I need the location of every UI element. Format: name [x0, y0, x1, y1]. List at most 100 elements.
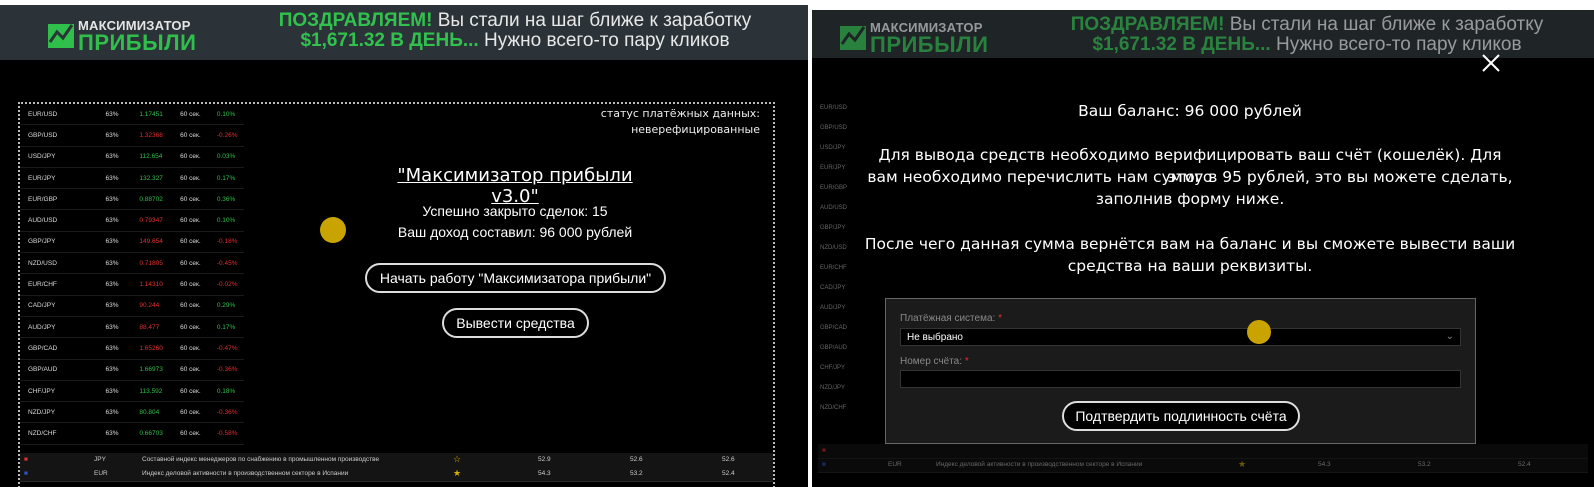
ticker-pair-dimmed: CHF/JPY: [820, 365, 846, 371]
ticker-row[interactable]: EUR/USD 63% 1.17451 60 сек. 0.10%: [20, 104, 244, 126]
headline-text2: Нужно всего-то пару кликов: [478, 30, 730, 51]
ticker-value: 132.327: [139, 174, 163, 182]
ticker-row[interactable]: NZD/CHF 63% 0.66703 60 сек. -0.58%: [20, 423, 244, 445]
ticker-pair-dimmed: NZD/JPY: [820, 385, 846, 391]
ticker-duration: 60 сек.: [180, 302, 201, 310]
ticker-pair: NZD/CHF: [28, 430, 57, 438]
ticker-pair-dimmed: EUR/CHF: [820, 265, 847, 271]
ticker-change: -0.47%: [216, 344, 238, 352]
news-row-dimmed: ■: [818, 444, 1588, 459]
withdraw-button[interactable]: Вывести средства: [442, 308, 589, 338]
deals-closed: Успешно закрыто сделок: 15: [422, 203, 608, 219]
ticker-row[interactable]: GBP/AUD 63% 1.66973 60 сек. -0.36%: [20, 360, 244, 381]
ticker-duration: 60 сек.: [180, 131, 201, 139]
ticker-row[interactable]: GBP/CAD 63% 1.65260 60 сек. -0.47%: [20, 338, 244, 360]
ticker-change: 0.29%: [216, 302, 236, 310]
ticker-change: -0.02%: [216, 281, 238, 289]
cursor-highlight: [1247, 320, 1271, 344]
ticker-row[interactable]: NZD/USD 63% 0.71805 60 сек. -0.45%: [20, 253, 244, 275]
ticker-pair-dimmed: NZD/CHF: [820, 405, 847, 411]
ticker-row[interactable]: NZD/JPY 63% 80.804 60 сек. -0.36%: [20, 402, 244, 424]
ticker-percent: 63%: [105, 366, 119, 374]
ticker-value: 112.654: [139, 153, 163, 161]
close-icon[interactable]: [1480, 52, 1502, 74]
news-row: ■ JPY Составной индекс менеджеров по сна…: [20, 453, 773, 468]
ticker-pair-dimmed: GBP/CAD: [820, 325, 848, 331]
income-total: Ваш доход составил: 96 000 рублей: [397, 224, 633, 240]
ticker-percent: 63%: [105, 259, 119, 267]
ticker-row[interactable]: GBP/JPY 63% 149.654 60 сек. -0.18%: [20, 232, 244, 254]
ticker-duration: 60 сек.: [180, 323, 201, 331]
account-number-input[interactable]: [900, 370, 1461, 388]
payment-system-select[interactable]: Не выбрано ⌄: [900, 328, 1461, 346]
ticker-row[interactable]: GBP/USD 63% 1.32368 60 сек. -0.26%: [20, 125, 244, 147]
start-button[interactable]: Начать работу "Максимизатора прибыли": [365, 263, 666, 293]
ticker-pair-dimmed: GBP/USD: [820, 125, 848, 131]
ticker-percent: 63%: [105, 153, 119, 161]
required-mark: *: [998, 313, 1002, 324]
ticker-row[interactable]: EUR/JPY 63% 132.327 60 сек. 0.17%: [20, 168, 244, 190]
payment-system-label: Платёжная система: *: [900, 313, 1002, 324]
ticker-row[interactable]: EUR/GBP 63% 0.88702 60 сек. 0.36%: [20, 189, 244, 211]
modal-paragraph2-line1: После чего данная сумма вернётся вам на …: [864, 235, 1516, 253]
flag-eu-icon: ■: [24, 470, 28, 477]
ticker-percent: 63%: [105, 344, 119, 352]
ticker-change: -0.36%: [216, 366, 238, 374]
ticker-pair: GBP/CAD: [28, 344, 58, 352]
logo-line2: ПРИБЫЛИ: [870, 32, 989, 57]
ticker-row[interactable]: AUD/USD 63% 0.79347 60 сек. 0.10%: [20, 210, 244, 232]
star-icon[interactable]: ★: [453, 468, 461, 479]
star-icon[interactable]: ☆: [453, 454, 461, 465]
ticker-duration: 60 сек.: [180, 217, 201, 225]
ticker-value: 1.32368: [139, 131, 163, 139]
ticker-percent: 63%: [105, 430, 119, 438]
news-previous: 52.4: [1518, 461, 1531, 468]
ticker-row[interactable]: EUR/CHF 63% 1.14310 60 сек. -0.02%: [20, 274, 244, 296]
ticker-pair: AUD/USD: [28, 217, 58, 225]
ticker-change: 0.10%: [216, 110, 236, 118]
cursor-highlight: [320, 217, 346, 243]
ticker-row[interactable]: USD/JPY 63% 112.654 60 сек. 0.03%: [20, 147, 244, 168]
product-title: "Максимизатор прибыли v3.0": [397, 165, 633, 207]
ticker-duration: 60 сек.: [180, 408, 201, 416]
ticker-pair: EUR/CHF: [28, 281, 57, 289]
currency-ticker-dimmed: EUR/USD GBP/USD USD/JPY EUR/JPY EUR/GBP AUD/U…: [820, 105, 860, 425]
ticker-change: 0.18%: [216, 387, 236, 395]
news-title: Составной индекс менеджеров по снабжению…: [142, 456, 380, 463]
news-title: Индекс деловой активности в производстве…: [142, 470, 349, 477]
news-row-dimmed: ■ EUR Индекс деловой активности в произв…: [818, 458, 1588, 473]
chart-logo-icon: [48, 24, 74, 48]
ticker-percent: 63%: [105, 110, 119, 118]
ticker-duration: 60 сек.: [180, 281, 201, 289]
ticker-row[interactable]: CHF/JPY 63% 113.592 60 сек. 0.18%: [20, 381, 244, 403]
star-icon[interactable]: ★: [1238, 459, 1246, 470]
ticker-percent: 63%: [105, 387, 119, 395]
ticker-pair-dimmed: EUR/JPY: [820, 165, 846, 171]
news-row: ■ EUR Индекс деловой активности в произв…: [20, 467, 773, 482]
ticker-value: 80.804: [139, 408, 160, 416]
ticker-row[interactable]: CAD/JPY 63% 90.244 60 сек. 0.29%: [20, 296, 244, 317]
news-actual: 54.3: [1318, 461, 1331, 468]
top-banner-dimmed: МАКСИМИЗАТОР ПРИБЫЛИ ПОЗДРАВЛЯЕМ! Вы ста…: [812, 10, 1594, 58]
headline-text1: Вы стали на шаг ближе к заработку: [432, 10, 752, 31]
ticker-percent: 63%: [105, 217, 119, 225]
top-banner: МАКСИМИЗАТОР ПРИБЫЛИ ПОЗДРАВЛЯЕМ! Вы ста…: [0, 5, 808, 60]
ticker-pair-dimmed: GBP/JPY: [820, 225, 846, 231]
ticker-change: 0.03%: [216, 153, 236, 161]
ticker-percent: 63%: [105, 302, 119, 310]
ticker-pair: USD/JPY: [28, 153, 56, 161]
ticker-percent: 63%: [105, 281, 119, 289]
ticker-pair-dimmed: EUR/GBP: [820, 185, 848, 191]
logo-line2: ПРИБЫЛИ: [78, 30, 197, 55]
headline-text1: Вы стали на шаг ближе к заработку: [1224, 14, 1544, 35]
ticker-percent: 63%: [105, 238, 119, 246]
ticker-pair: GBP/AUD: [28, 366, 58, 374]
modal-paragraph1-line3: заполнив форму ниже.: [1095, 190, 1285, 208]
confirm-account-button[interactable]: Подтвердить подлинность счёта: [1062, 401, 1300, 431]
modal-balance: Ваш баланс: 96 000 рублей: [1078, 102, 1302, 120]
ticker-duration: 60 сек.: [180, 430, 201, 438]
flag-jp-icon: ■: [822, 447, 826, 454]
ticker-change: 0.17%: [216, 174, 236, 182]
news-previous: 52.4: [722, 470, 735, 477]
ticker-row[interactable]: AUD/JPY 63% 88.477 60 сек. 0.17%: [20, 317, 244, 339]
